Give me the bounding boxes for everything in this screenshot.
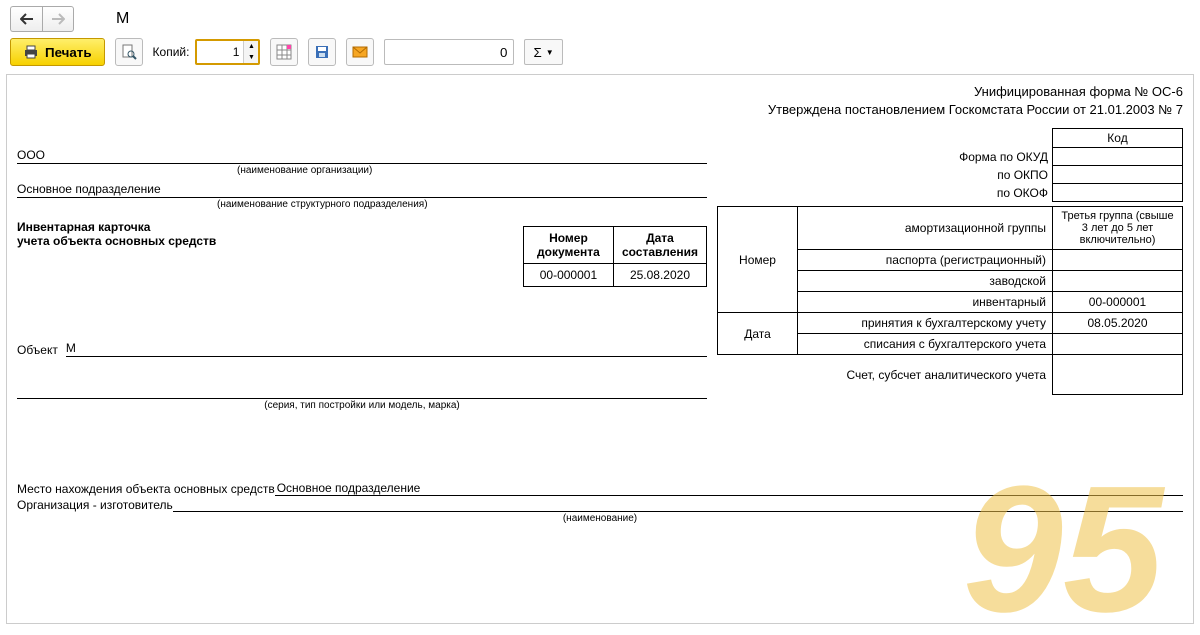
okpo-value [1053, 166, 1183, 184]
doc-number: 00-000001 [523, 264, 613, 287]
codes-table: Код Форма по ОКУД по ОКПО по ОКОФ [953, 128, 1183, 202]
arrow-right-icon [51, 13, 65, 25]
form-approval: Унифицированная форма № ОС-6 Утверждена … [17, 83, 1183, 118]
dept-hint: (наименование структурного подразделения… [217, 199, 707, 210]
save-button[interactable] [308, 38, 336, 66]
back-button[interactable] [10, 6, 42, 32]
preview-button[interactable] [115, 38, 143, 66]
nav-toolbar: М [0, 0, 1200, 38]
card-title-1: Инвентарная карточка [17, 220, 523, 234]
printer-icon [23, 45, 39, 59]
doc-number-table: Номер документа Дата составления 00-0000… [523, 226, 707, 287]
info-table: Номер амортизационной группы Третья груп… [717, 206, 1183, 395]
forward-button[interactable] [42, 6, 74, 32]
window-title: М [116, 10, 129, 28]
okof-value [1053, 184, 1183, 202]
page-zoom-icon [121, 44, 137, 60]
maker-value [173, 511, 1183, 512]
chevron-down-icon: ▼ [546, 48, 554, 57]
sum-field[interactable] [384, 39, 514, 65]
accept-date: 08.05.2020 [1053, 313, 1183, 334]
grid-button[interactable] [270, 38, 298, 66]
copies-input[interactable] [197, 41, 243, 63]
print-button[interactable]: Печать [10, 38, 105, 66]
location-label: Место нахождения объекта основных средст… [17, 482, 275, 496]
org-name: ООО [17, 148, 707, 164]
copies-down[interactable]: ▼ [244, 52, 258, 63]
location-value: Основное подразделение [275, 481, 1183, 496]
action-toolbar: Печать Копий: ▲ ▼ [0, 38, 1200, 74]
mail-button[interactable] [346, 38, 374, 66]
object-series [17, 385, 707, 399]
copies-label: Копий: [153, 45, 190, 59]
object-hint2: (серия, тип постройки или модель, марка) [17, 400, 707, 411]
card-title-2: учета объекта основных средств [17, 234, 523, 248]
sigma-icon: Σ [533, 45, 541, 60]
dept-name: Основное подразделение [17, 182, 707, 198]
doc-date: 25.08.2020 [613, 264, 706, 287]
maker-hint: (наименование) [17, 513, 1183, 524]
account-value [1053, 355, 1183, 395]
document-area: 95 Унифицированная форма № ОС-6 Утвержде… [6, 74, 1194, 624]
okud-value [1053, 148, 1183, 166]
copies-up[interactable]: ▲ [244, 41, 258, 52]
factory-num [1053, 271, 1183, 292]
amort-group: Третья группа (свыше 3 лет до 5 лет вклю… [1053, 207, 1183, 250]
maker-label: Организация - изготовитель [17, 498, 173, 512]
object-value: М [66, 341, 707, 357]
passport-num [1053, 250, 1183, 271]
arrow-left-icon [20, 13, 34, 25]
grid-icon [276, 44, 292, 60]
inventory-num: 00-000001 [1053, 292, 1183, 313]
writeoff-date [1053, 334, 1183, 355]
print-button-label: Печать [45, 45, 92, 60]
mail-icon [352, 46, 368, 58]
object-label: Объект [17, 343, 58, 357]
floppy-icon [314, 44, 330, 60]
copies-stepper[interactable]: ▲ ▼ [195, 39, 260, 65]
sigma-button[interactable]: Σ ▼ [524, 39, 562, 65]
watermark: 95 [963, 446, 1163, 624]
org-hint: (наименование организации) [237, 165, 707, 176]
